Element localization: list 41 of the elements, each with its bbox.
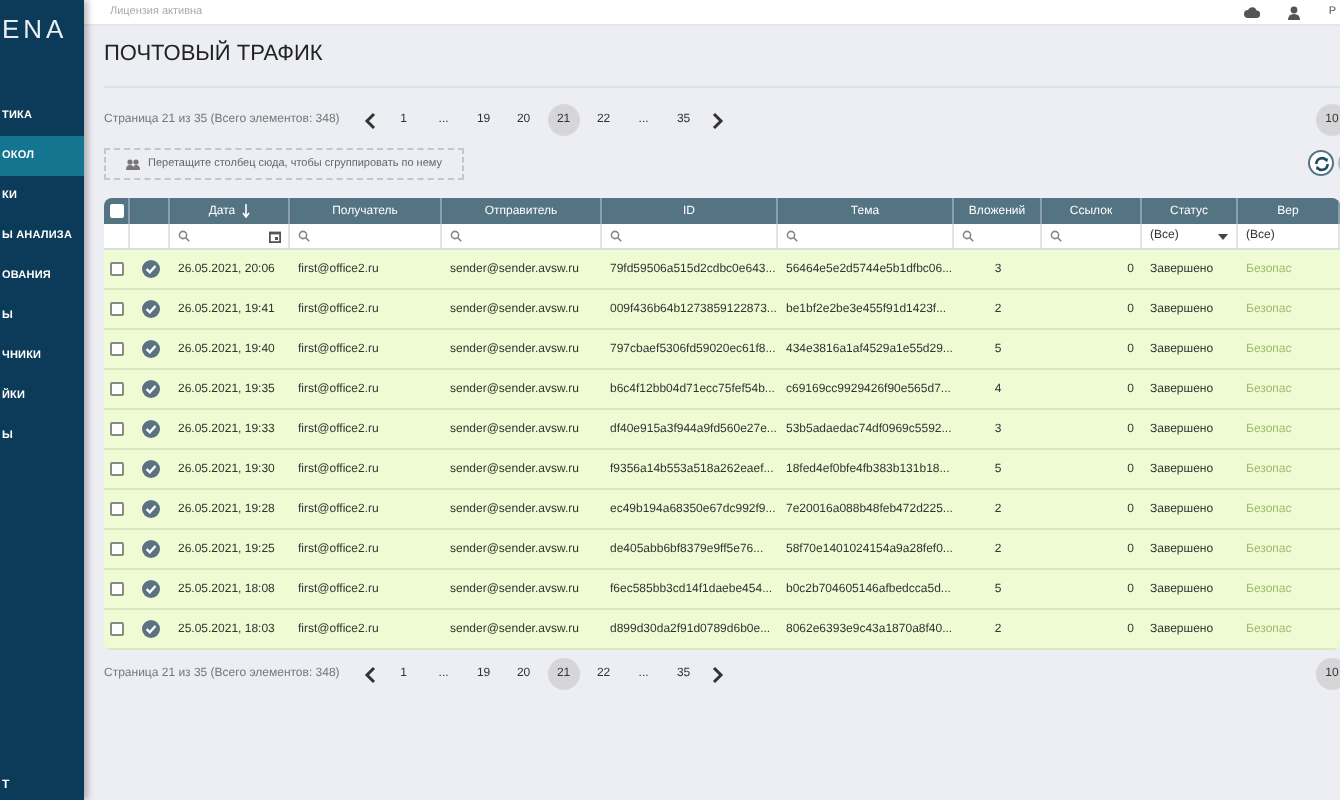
- check-circle-icon: [141, 420, 159, 438]
- group-icon: [126, 157, 140, 169]
- chevron-right-icon[interactable]: [711, 111, 724, 129]
- sort-arrow-icon[interactable]: [241, 204, 250, 218]
- chevron-left-icon[interactable]: [363, 111, 376, 129]
- check-circle-icon: [141, 260, 159, 278]
- checkbox[interactable]: [110, 422, 124, 436]
- checkbox[interactable]: [110, 302, 124, 316]
- chevron-left-icon[interactable]: [363, 665, 376, 683]
- check-circle-icon: [141, 500, 159, 518]
- search-icon: [962, 230, 974, 242]
- checkbox[interactable]: [110, 382, 124, 396]
- caret-icon[interactable]: [1218, 233, 1228, 239]
- checkbox[interactable]: [110, 462, 124, 476]
- search-icon: [786, 230, 798, 242]
- refresh-button[interactable]: [1308, 150, 1334, 176]
- search-icon: [178, 230, 190, 242]
- user-icon[interactable]: [1288, 5, 1301, 19]
- check-circle-icon: [141, 460, 159, 478]
- search-icon: [610, 230, 622, 242]
- check-circle-icon: [141, 540, 159, 558]
- search-icon: [450, 230, 462, 242]
- check-circle-icon: [141, 300, 159, 318]
- search-icon: [1050, 230, 1062, 242]
- checkbox[interactable]: [110, 582, 124, 596]
- check-circle-icon: [141, 340, 159, 358]
- chevron-right-icon[interactable]: [711, 665, 724, 683]
- calendar-icon[interactable]: [268, 229, 282, 243]
- checkbox[interactable]: [110, 502, 124, 516]
- cloud-icon[interactable]: [1244, 6, 1261, 18]
- refresh-icon: [1313, 155, 1329, 171]
- check-circle-icon: [141, 380, 159, 398]
- checkbox[interactable]: [110, 342, 124, 356]
- search-icon: [298, 230, 310, 242]
- checkbox[interactable]: [110, 622, 124, 636]
- check-circle-icon: [141, 620, 159, 638]
- checkbox[interactable]: [110, 542, 124, 556]
- logo-text: ENA: [2, 14, 68, 48]
- page-title: ПОЧТОВЫЙ ТРАФИК: [104, 42, 1340, 88]
- check-circle-icon: [141, 580, 159, 598]
- checkbox[interactable]: [110, 262, 124, 276]
